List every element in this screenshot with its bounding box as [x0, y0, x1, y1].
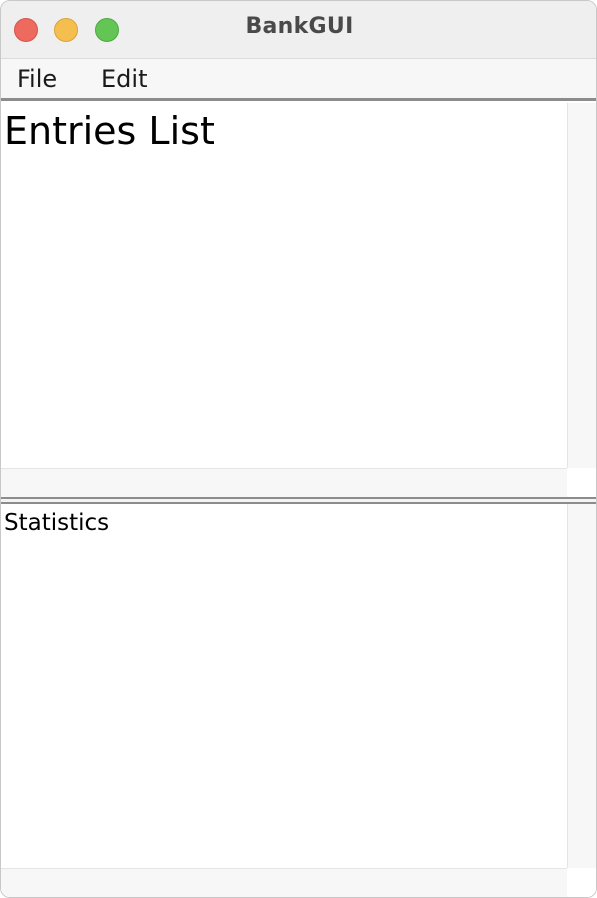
entries-list-pane: Entries List — [1, 103, 596, 497]
statistics-scroll-corner — [567, 868, 596, 897]
entries-scroll-corner — [567, 468, 596, 497]
menu-bar: File Edit — [1, 59, 596, 101]
statistics-vertical-scrollbar[interactable] — [567, 504, 596, 868]
statistics-heading: Statistics — [4, 510, 110, 536]
app-window: BankGUI File Edit Entries List Statistic… — [0, 0, 597, 898]
entries-list-content[interactable]: Entries List — [1, 103, 567, 468]
statistics-content[interactable]: Statistics — [1, 504, 567, 868]
statistics-horizontal-scrollbar[interactable] — [1, 868, 567, 897]
window-title: BankGUI — [245, 14, 354, 39]
entries-horizontal-scrollbar[interactable] — [1, 468, 567, 497]
split-pane-divider[interactable] — [1, 497, 596, 504]
entries-list-heading: Entries List — [4, 109, 215, 153]
entries-vertical-scrollbar[interactable] — [567, 103, 596, 468]
menu-file[interactable]: File — [17, 65, 57, 93]
title-bar[interactable]: BankGUI — [1, 1, 596, 59]
statistics-pane: Statistics — [1, 504, 596, 897]
menu-edit[interactable]: Edit — [101, 65, 147, 93]
